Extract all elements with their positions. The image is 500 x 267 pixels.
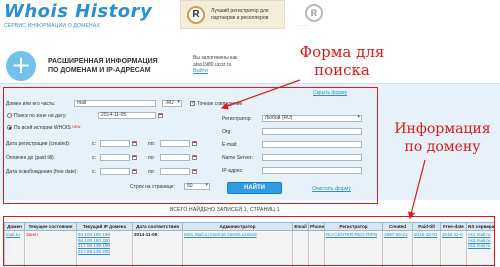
annotation-frame-form: [3, 87, 378, 204]
ad-logo2-caption: — — —: [298, 23, 309, 27]
logo-subtitle: СЕРВИС ИНФОРМАЦИИ О ДОМЕНАХ: [4, 23, 100, 29]
annotation-domain-info: Информация по домену: [390, 120, 495, 156]
ad-text-line-2: партнеров и реселлеров: [211, 14, 269, 21]
ad-text-line-1: Лучший регистратор для: [211, 8, 269, 14]
site-logo[interactable]: Whois History СЕРВИС ИНФОРМАЦИИ О ДОМЕНА…: [4, 1, 164, 30]
logo-title: Whois History: [4, 1, 153, 22]
results-count: ВСЕГО НАЙДЕНО ЗАПИСЕЙ 1, СТРАНИЦ 1: [170, 207, 280, 213]
page-title-line-1: РАСШИРЕННАЯ ИНФОРМАЦИЯ: [48, 58, 158, 65]
expand-plus-icon[interactable]: +: [6, 51, 36, 81]
registrar-ad-banner[interactable]: R Лучший регистратор для партнеров и рес…: [180, 0, 285, 29]
page-title: РАСШИРЕННАЯ ИНФОРМАЦИЯ ПО ДОМЕНАМ И IP-А…: [48, 58, 168, 75]
login-info: Вы залогинены как atas1980.ucoz.ru Выйти: [193, 55, 237, 75]
annotation-search-form-line-1: Форма для поиска: [299, 43, 385, 79]
annotation-domain-info-line-1: Информация: [394, 121, 491, 137]
logout-link[interactable]: Выйти: [193, 68, 237, 75]
page-title-line-2: ПО ДОМЕНАМ И IP-АДРЕСАМ: [48, 66, 151, 74]
login-caption: Вы залогинены как: [193, 55, 238, 61]
annotation-domain-info-line-2: по домену: [404, 139, 481, 155]
registered-mark-icon-grey[interactable]: R: [305, 4, 323, 22]
registered-mark-icon: R: [187, 5, 205, 24]
annotation-frame-results: [3, 216, 495, 266]
